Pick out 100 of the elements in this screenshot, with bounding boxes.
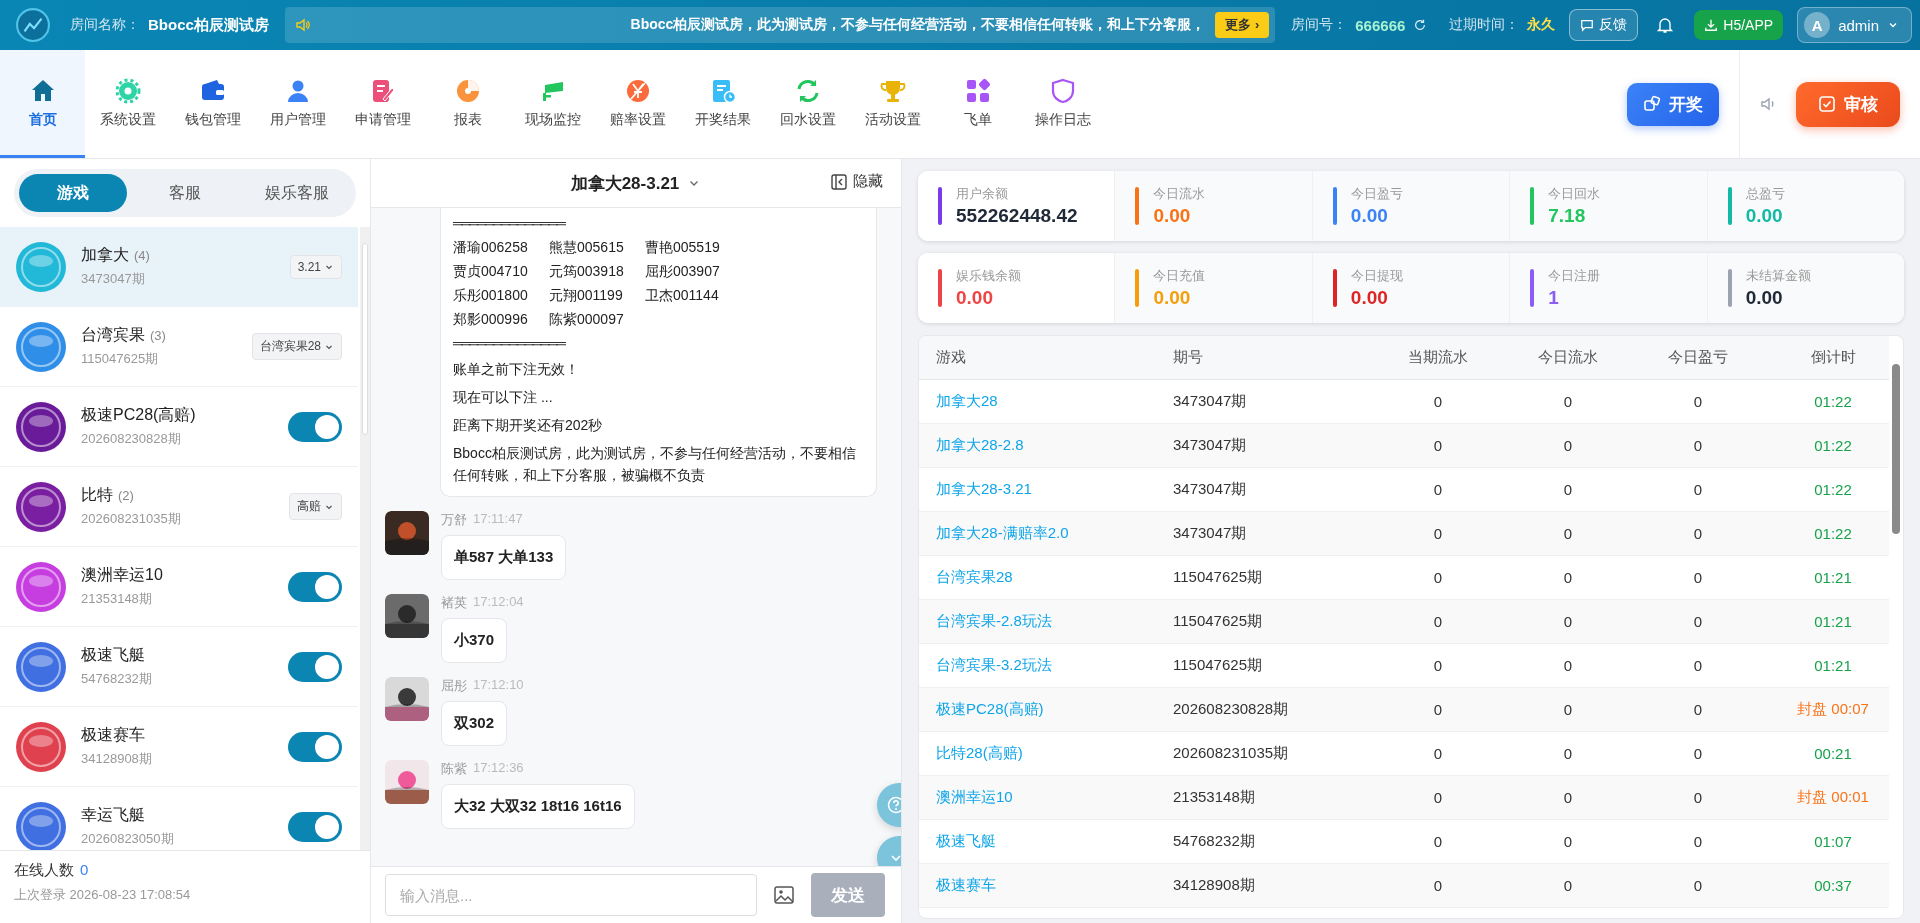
- variant-dropdown[interactable]: 3.21: [289, 254, 342, 279]
- gear-icon: [113, 76, 142, 105]
- refresh-icon[interactable]: [1413, 18, 1428, 32]
- countdown: 01:22: [1813, 393, 1853, 410]
- table-cell-text: 0: [1432, 833, 1444, 850]
- expiry-label: 过期时间：: [1449, 16, 1520, 34]
- bell-icon[interactable]: [1656, 16, 1675, 34]
- table-cell-text: 202608231035期: [1173, 744, 1290, 763]
- game-list-item[interactable]: 幸运飞艇 20260823050期: [0, 787, 358, 850]
- tab[interactable]: 娱乐客服: [243, 174, 351, 212]
- user-menu-button[interactable]: A admin: [1797, 7, 1912, 43]
- table-cell-text: 0: [1692, 481, 1704, 498]
- hide-button[interactable]: 隐藏: [824, 171, 889, 192]
- toggle-switch[interactable]: [288, 411, 342, 442]
- table-cell-text: 115047625期: [1173, 656, 1263, 675]
- period-number: 202608230828期: [81, 430, 182, 448]
- table-cell-text: 0: [1432, 701, 1444, 718]
- nav-tab[interactable]: 开奖结果: [680, 50, 765, 158]
- winner-entry: 郑影000996: [453, 310, 529, 328]
- table-cell-text: 0: [1692, 701, 1704, 718]
- toggle-switch[interactable]: [288, 571, 342, 602]
- stat-value: 1: [1548, 287, 1560, 309]
- winner-entry: 乐彤001800: [453, 286, 529, 304]
- toggle-switch[interactable]: [288, 651, 342, 682]
- sender-name: 褚英: [441, 594, 467, 612]
- feedback-button[interactable]: 反馈: [1569, 9, 1639, 41]
- tab[interactable]: 客服: [131, 174, 239, 212]
- game-name: 极速飞艇: [81, 645, 145, 665]
- nav-tab[interactable]: 系统设置: [85, 50, 170, 158]
- scrollbar[interactable]: [1889, 336, 1903, 918]
- variant-dropdown[interactable]: 台湾宾果28: [251, 333, 342, 360]
- stat-value: 0.00: [1153, 205, 1192, 227]
- winner-entry: 潘瑜006258: [453, 238, 529, 256]
- nav-tab[interactable]: 首页: [0, 50, 85, 158]
- scrollbar[interactable]: [360, 227, 370, 850]
- sender-name: 万舒: [441, 511, 467, 529]
- nav-tab[interactable]: 操作日志: [1020, 50, 1105, 158]
- game-list-item[interactable]: 极速飞艇 54768232期: [0, 627, 358, 707]
- table-cell-text: 0: [1692, 833, 1704, 850]
- table-cell-text: 202608230828期: [1173, 700, 1290, 719]
- table-cell-text: 115047625期: [1173, 612, 1263, 631]
- period-number: 34128908期: [81, 750, 153, 768]
- image-icon[interactable]: [773, 884, 795, 906]
- table-cell-text: 0: [1562, 525, 1574, 542]
- table-cell-text: 0: [1692, 437, 1704, 454]
- game-list-item[interactable]: 加拿大 (4) 3473047期 3.21: [0, 227, 358, 307]
- game-list-item[interactable]: 比特 (2) 202608231035期 高赔: [0, 467, 358, 547]
- period-number: 115047625期: [81, 350, 160, 368]
- game-list-item[interactable]: 台湾宾果 (3) 115047625期 台湾宾果28: [0, 307, 358, 387]
- message-input[interactable]: 输入消息...: [385, 874, 757, 916]
- table-cell-text: 0: [1562, 833, 1574, 850]
- table-cell-text: 0: [1562, 701, 1574, 718]
- game-name: 比特: [81, 485, 113, 505]
- chat-title[interactable]: 加拿大28-3.21: [570, 171, 680, 195]
- room-number: 666666: [1355, 16, 1406, 34]
- column-header: 游戏: [935, 348, 967, 367]
- tab[interactable]: 游戏: [19, 174, 127, 212]
- period-number: 3473047期: [81, 270, 146, 288]
- nav-tab[interactable]: 报表: [425, 50, 510, 158]
- nav-tab[interactable]: 申请管理: [340, 50, 425, 158]
- toggle-switch[interactable]: [288, 731, 342, 762]
- divider-text: ══════════════: [453, 334, 566, 352]
- notice-line: Bbocc柏辰测试房，此为测试房，不参与任何经营活动，不要相信任何转账，和上下分客服，被骗概不负责: [453, 444, 857, 485]
- table-cell-text: 0: [1432, 481, 1444, 498]
- nav-tab[interactable]: 活动设置: [850, 50, 935, 158]
- stat-label: 今日充值: [1153, 267, 1206, 285]
- count-label: (4): [134, 248, 150, 263]
- nav-tab[interactable]: 飞单: [935, 50, 1020, 158]
- variant-dropdown[interactable]: 高赔: [289, 493, 342, 520]
- period-number: 54768232期: [81, 670, 153, 688]
- game-name: 加拿大: [81, 245, 129, 265]
- draw-button[interactable]: 开奖: [1627, 82, 1719, 126]
- game-list-item[interactable]: 澳洲幸运10 21353148期: [0, 547, 358, 627]
- game-list-item[interactable]: 极速PC28(高赔) 202608230828期: [0, 387, 358, 467]
- more-button[interactable]: 更多 ›: [1215, 12, 1270, 38]
- game-name: 极速PC28(高赔): [81, 405, 196, 425]
- game-list-item[interactable]: 极速赛车 34128908期: [0, 707, 358, 787]
- nav-tab[interactable]: 钱包管理: [170, 50, 255, 158]
- winner-entry: 贾贞004710: [453, 262, 529, 280]
- nav-tab[interactable]: 现场监控: [510, 50, 595, 158]
- nav-tab[interactable]: 赔率设置: [595, 50, 680, 158]
- table-cell-text: 0: [1432, 789, 1444, 806]
- countdown: 封盘 00:07: [1796, 700, 1870, 719]
- stat-value: 0.00: [1745, 205, 1784, 227]
- game-name: 幸运飞艇: [81, 805, 145, 825]
- nav-tab[interactable]: 用户管理: [255, 50, 340, 158]
- nav-tab[interactable]: 回水设置: [765, 50, 850, 158]
- table-cell-text: 0: [1562, 613, 1574, 630]
- table-cell-text: 34128908期: [1173, 876, 1256, 895]
- sender-name: 屈彤: [441, 677, 467, 695]
- table-cell-text: 3473047期: [1173, 524, 1248, 543]
- countdown: 01:22: [1813, 481, 1853, 498]
- online-count-label: 在线人数: [14, 861, 74, 880]
- table-cell-text: 0: [1562, 877, 1574, 894]
- game-name: 台湾宾果: [81, 325, 145, 345]
- table-cell-text: 0: [1432, 393, 1444, 410]
- table-cell-text: 0: [1562, 569, 1574, 586]
- table-cell-text: 0: [1432, 877, 1444, 894]
- toggle-switch[interactable]: [288, 811, 342, 842]
- winner-entry: 元翔001199: [549, 286, 624, 304]
